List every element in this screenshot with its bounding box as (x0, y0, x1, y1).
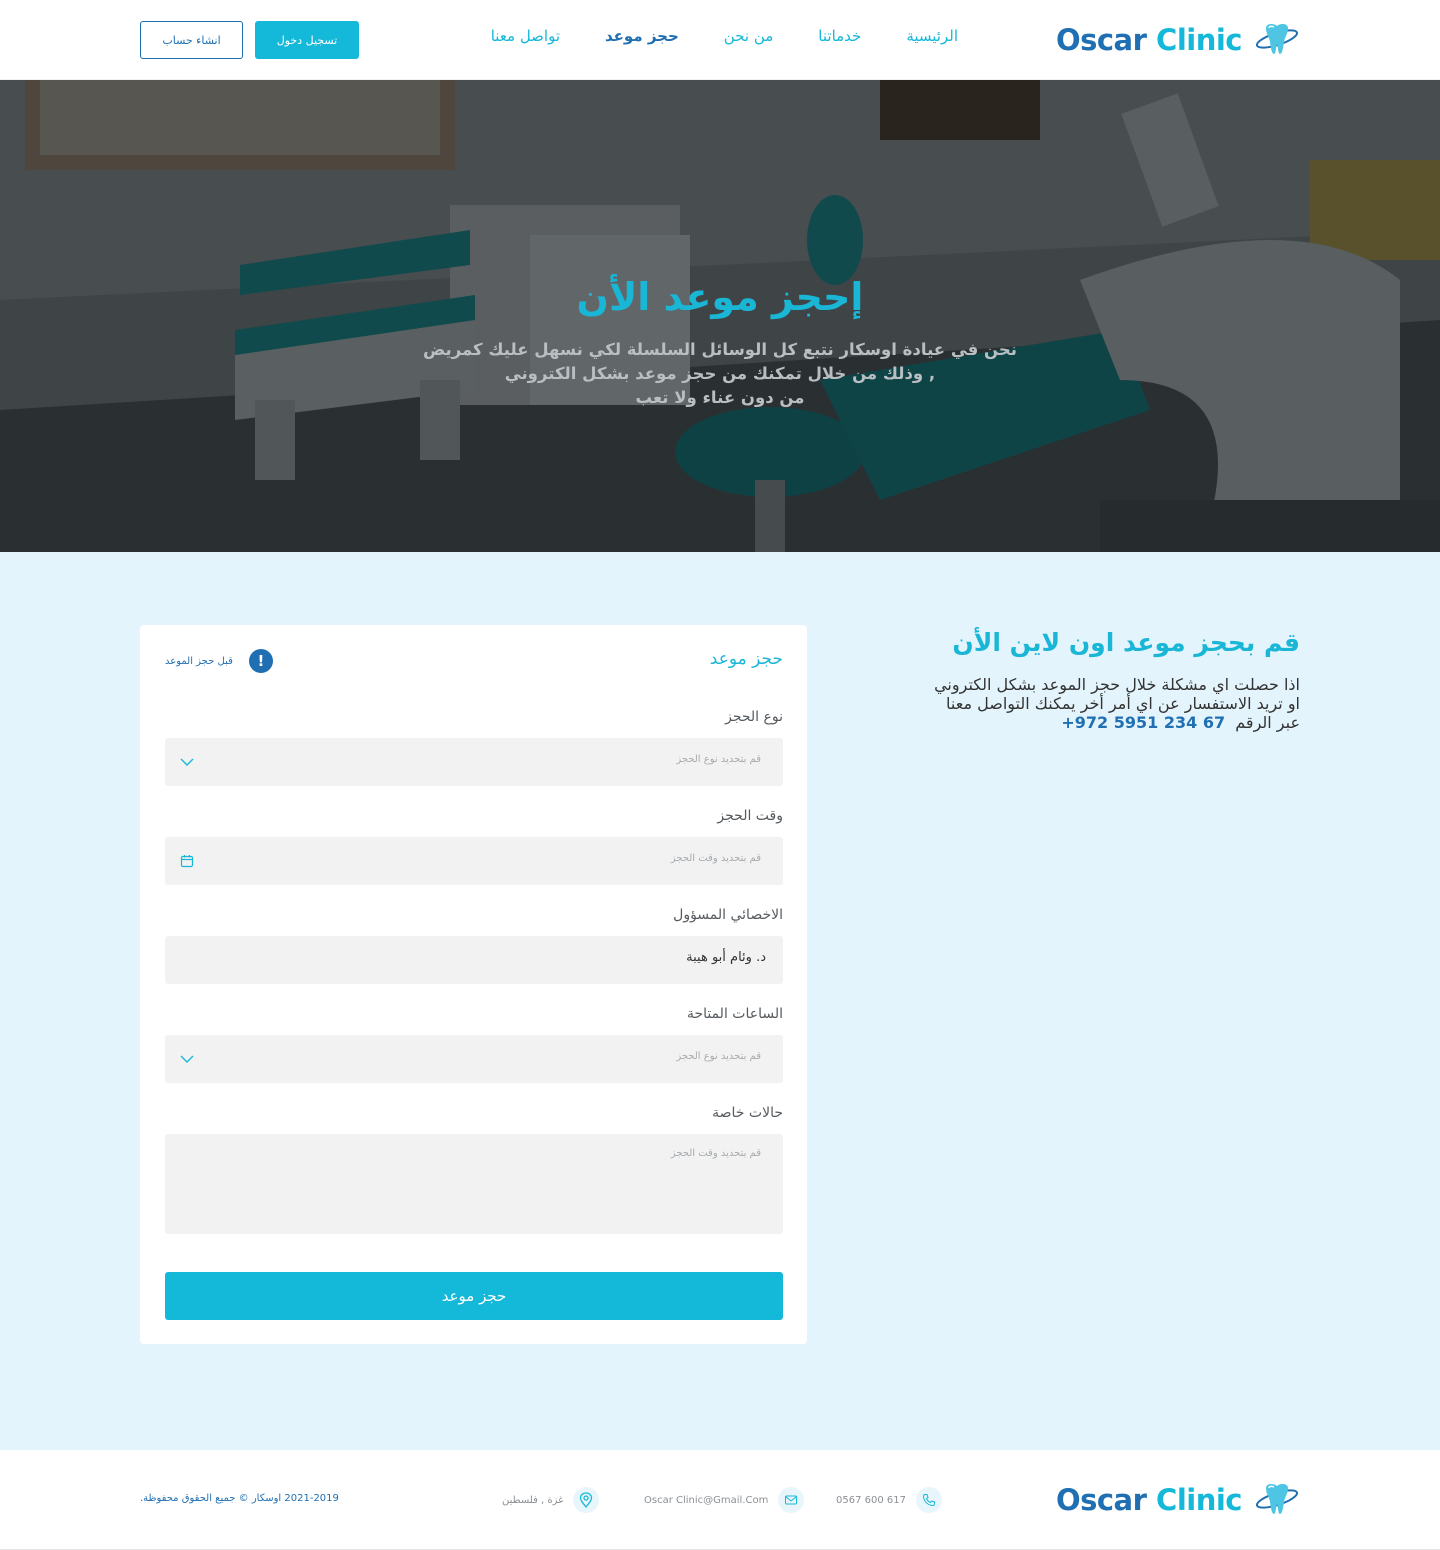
form-title: حجز موعد (709, 649, 783, 669)
footer-brand-name: Oscar Clinic (1055, 1483, 1243, 1517)
book-appointment-button[interactable]: حجز موعد (165, 1272, 783, 1320)
special-cases-placeholder: قم بتحديد وقت الحجز (670, 1148, 761, 1159)
before-booking-notice[interactable]: قبل حجز الموعد ! (165, 649, 273, 673)
nav-contact[interactable]: تواصل معنا (491, 27, 560, 45)
via-label: عبر الرقم (1235, 713, 1300, 732)
special-cases-textarea[interactable]: قم بتحديد وقت الحجز (165, 1134, 783, 1234)
notice-text: قبل حجز الموعد (165, 655, 233, 667)
booking-time-placeholder: قم بتحديد وقت الحجز (670, 853, 761, 864)
booking-time-label: وقت الحجز (717, 808, 783, 824)
booking-time-input[interactable]: قم بتحديد وقت الحجز (165, 837, 783, 885)
footer-location-text: غزة , فلسطين (502, 1494, 564, 1506)
specialist-value: د. وئام أبو هيبة (686, 950, 766, 965)
hero-banner: إحجز موعد الأن نحن في عيادة اوسكار نتبع … (0, 80, 1440, 552)
specialist-field[interactable]: د. وئام أبو هيبة (165, 936, 783, 984)
main-nav: الرئيسية خدماتنا من نحن حجز موعد تواصل م… (491, 27, 958, 45)
booking-type-label: نوع الحجز (725, 709, 783, 725)
copyright-text: 2021-2019 اوسكار © جميع الحقوق محفوظة. (140, 1493, 339, 1504)
brand-logo[interactable]: Oscar Clinic (1056, 20, 1300, 60)
hero-subtitle-line: , وذلك من خلال تمكنك من حجز موعد بشكل ال… (504, 364, 936, 383)
nav-services[interactable]: خدماتنا (818, 27, 861, 45)
mail-icon (778, 1487, 805, 1513)
nav-booking[interactable]: حجز موعد (605, 27, 679, 45)
available-hours-select[interactable]: قم بتحديد نوع الحجز (165, 1035, 783, 1083)
register-button[interactable]: انشاء حساب (140, 21, 243, 59)
available-hours-label: الساعات المتاحة (686, 1006, 783, 1022)
calendar-icon[interactable] (179, 853, 195, 869)
phone-icon (915, 1487, 942, 1513)
exclamation-icon: ! (248, 649, 273, 673)
footer-phone-text: 0567 600 617 (836, 1494, 906, 1506)
footer-location[interactable]: غزة , فلسطين (502, 1487, 600, 1513)
nav-about[interactable]: من نحن (724, 27, 774, 45)
footer-email[interactable]: Oscar Clinic@Gmail.Com (644, 1487, 805, 1513)
hero-subtitle-line: من دون عناء ولا تعب (635, 388, 805, 407)
info-line: عبر الرقم +972 5951 234 67 (850, 713, 1300, 732)
hero-subtitle-line: نحن في عيادة اوسكار نتبع كل الوسائل السل… (423, 340, 1017, 359)
footer-phone[interactable]: 0567 600 617 (836, 1487, 942, 1513)
hero-subtitle: نحن في عيادة اوسكار نتبع كل الوسائل السل… (370, 338, 1070, 410)
site-footer: Oscar Clinic 0567 600 617 Oscar Clinic@G… (0, 1450, 1440, 1550)
brand-name: Oscar Clinic (1055, 23, 1243, 57)
booking-info-heading: قم بحجز موعد اون لاين الأن (952, 628, 1300, 657)
special-cases-label: حالات خاصة (712, 1105, 783, 1121)
contact-phone[interactable]: +972 5951 234 67 (1061, 713, 1225, 732)
footer-brand-logo[interactable]: Oscar Clinic (1056, 1480, 1300, 1520)
login-button[interactable]: تسجيل دخول (255, 21, 359, 59)
booking-type-select[interactable]: قم بتحديد نوع الحجز (165, 738, 783, 786)
footer-email-text: Oscar Clinic@Gmail.Com (644, 1494, 769, 1506)
booking-info: قم بحجز موعد اون لاين الأن اذا حصلت اي م… (850, 628, 1300, 750)
available-hours-placeholder: قم بتحديد نوع الحجز (676, 1051, 761, 1062)
hero-title: إحجز موعد الأن (576, 275, 864, 319)
specialist-label: الاخصائي المسؤول (673, 907, 783, 923)
location-pin-icon (573, 1487, 600, 1513)
chevron-down-icon (180, 758, 194, 766)
booking-section: قم بحجز موعد اون لاين الأن اذا حصلت اي م… (0, 552, 1440, 1450)
tooth-logo-icon (1255, 23, 1299, 54)
tooth-logo-icon (1255, 1483, 1299, 1514)
chevron-down-icon (180, 1055, 194, 1063)
booking-type-placeholder: قم بتحديد نوع الحجز (676, 754, 761, 765)
info-line: او تريد الاستفسار عن اي أمر أخر يمكنك ال… (946, 694, 1300, 713)
booking-form-card: حجز موعد قبل حجز الموعد ! نوع الحجز قم ب… (140, 625, 807, 1344)
info-line: اذا حصلت اي مشكلة خلال حجز الموعد بشكل ا… (934, 675, 1300, 694)
nav-home[interactable]: الرئيسية (906, 27, 958, 45)
site-header: Oscar Clinic الرئيسية خدماتنا من نحن حجز… (0, 0, 1440, 80)
